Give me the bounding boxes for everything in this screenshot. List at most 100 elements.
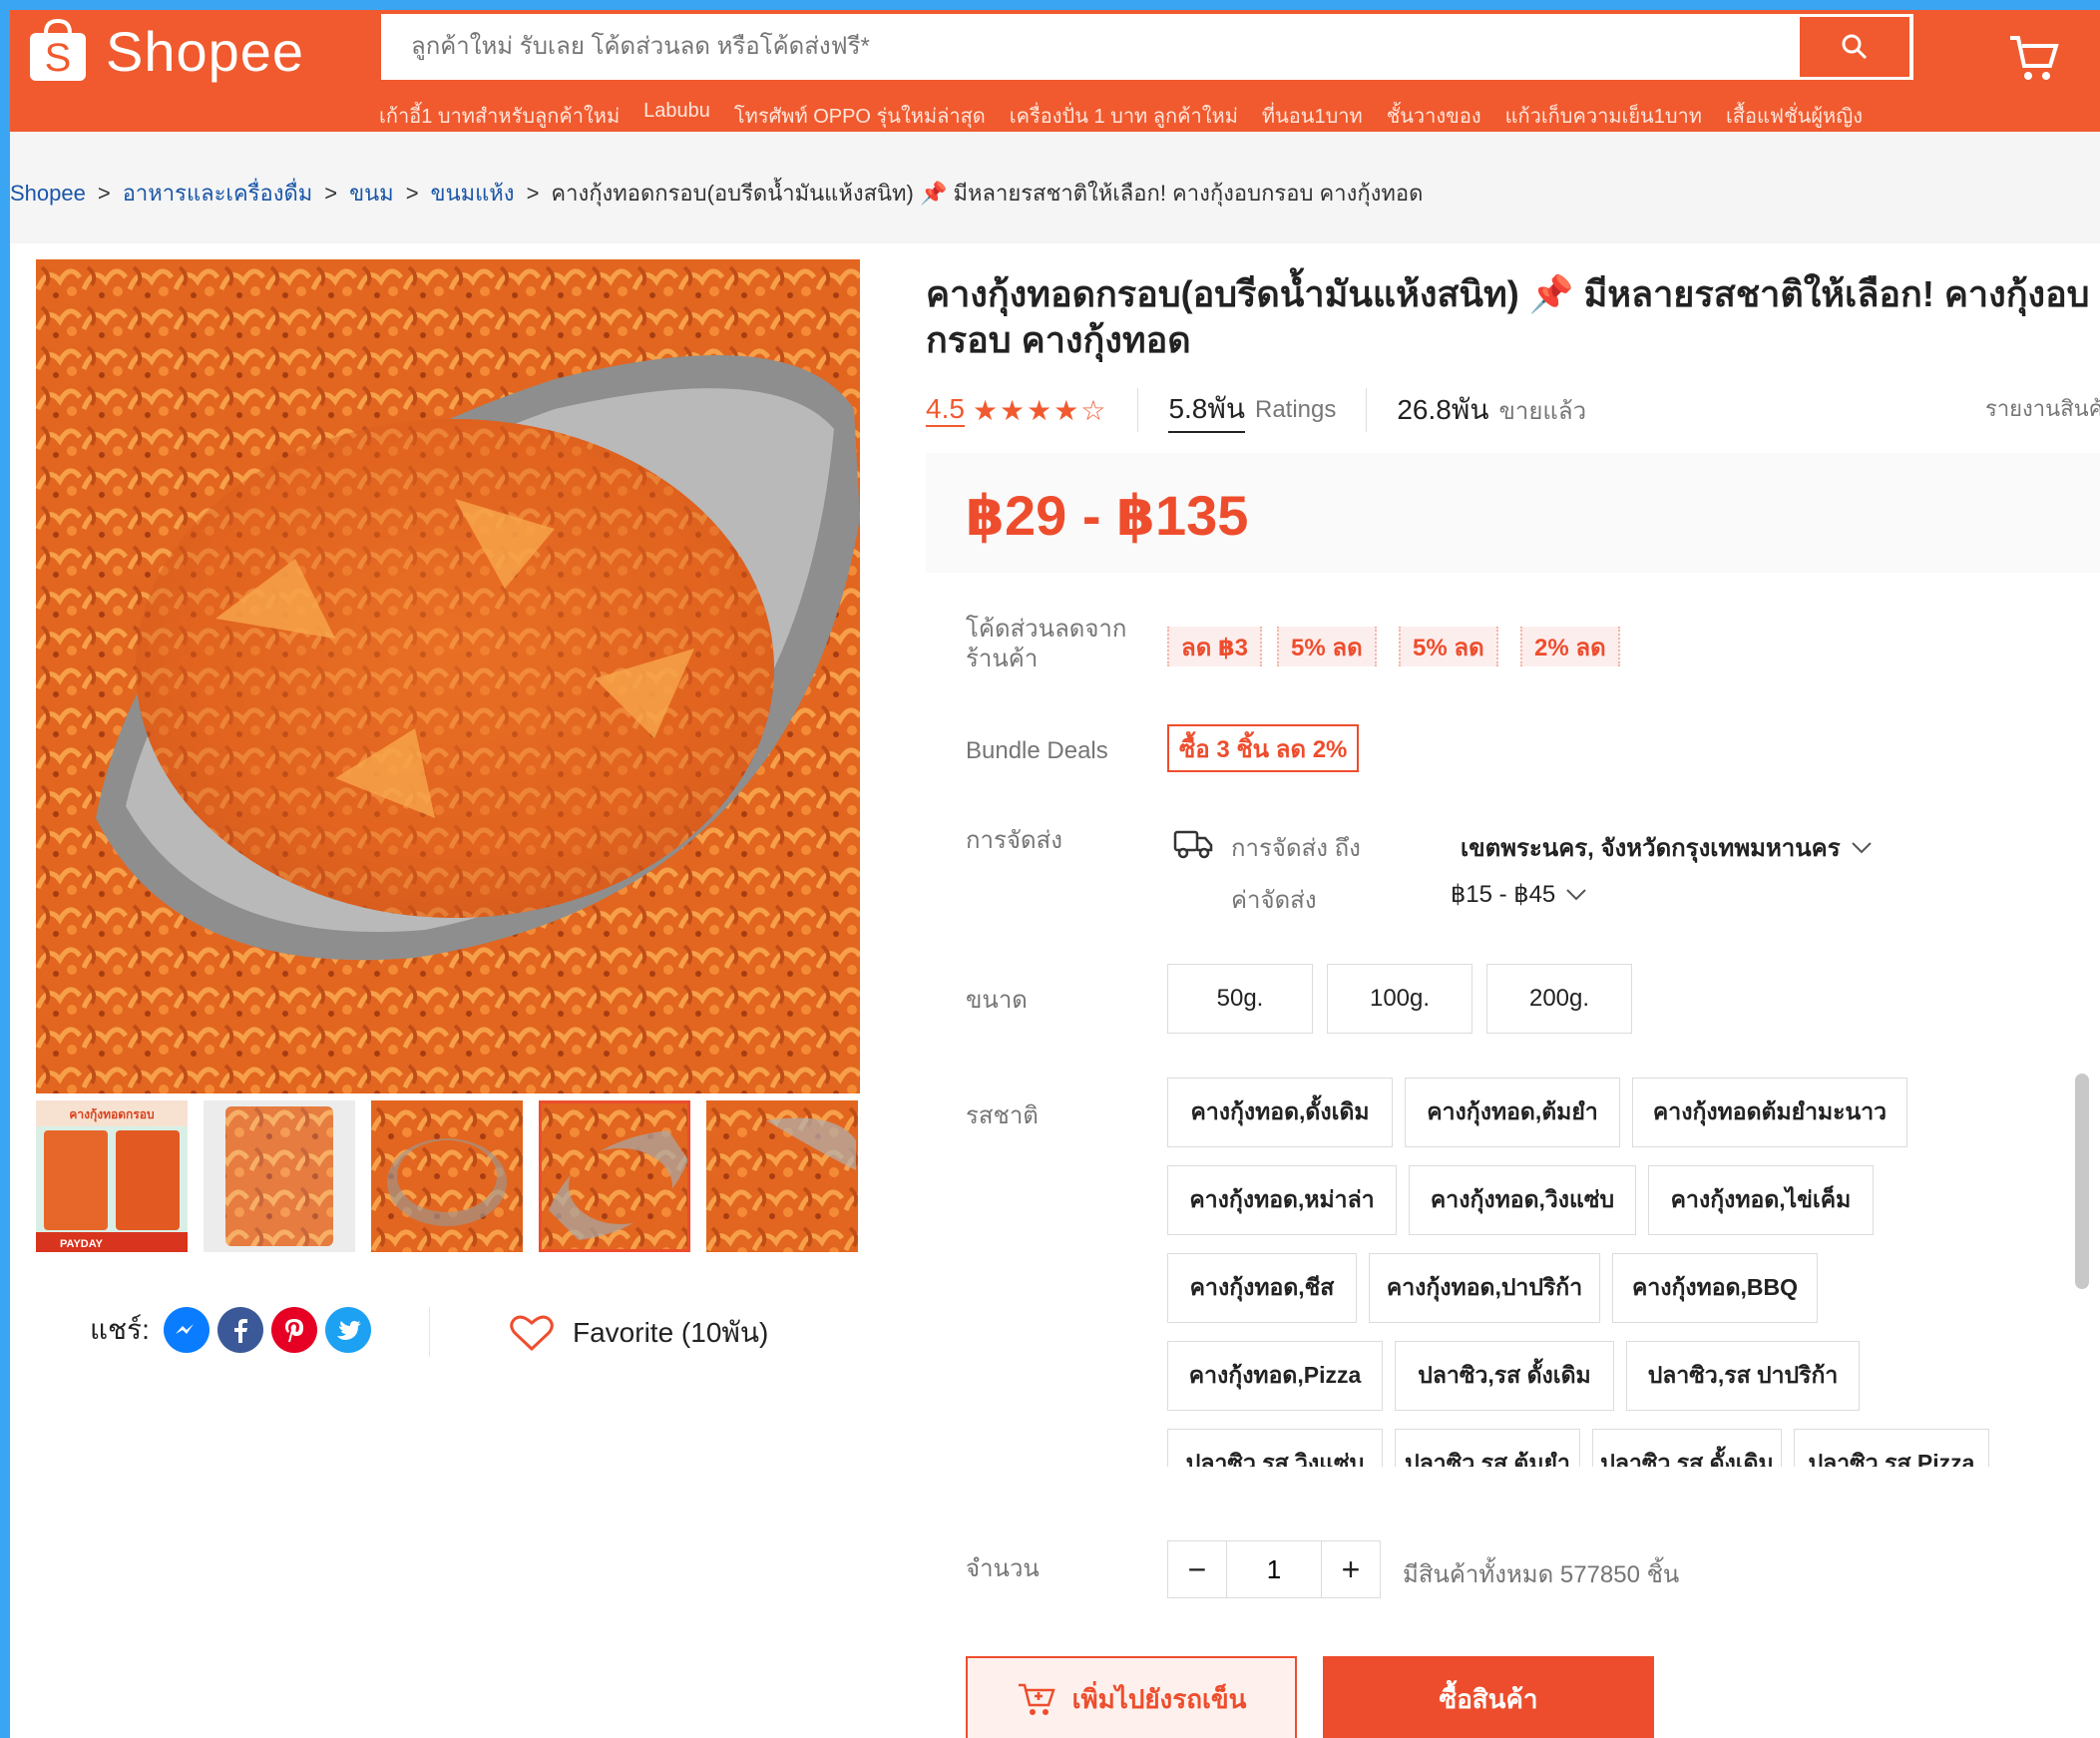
cart-icon[interactable] (2008, 34, 2060, 87)
share-row: แชร์: (90, 1307, 371, 1353)
size-option-200g[interactable]: 200g. (1486, 964, 1632, 1034)
ratings-label: Ratings (1254, 396, 1337, 423)
favorite-button[interactable]: Favorite (10พัน) (509, 1311, 768, 1355)
shopee-logo[interactable]: S Shopee (26, 16, 304, 86)
quick-link[interactable]: เก้าอี้1 บาทสำหรับลูกค้าใหม่ (379, 100, 620, 132)
chevron-down-icon (1566, 888, 1586, 900)
divider (1137, 388, 1139, 432)
ratings-row: 4.5 ★★★★☆ 5.8พัน Ratings 26.8พัน ขายแล้ว (926, 387, 1586, 433)
pinterest-icon[interactable] (270, 1307, 317, 1353)
thumb-footer: PAYDAY (60, 1238, 104, 1250)
search-icon (1842, 34, 1868, 60)
search-box (379, 12, 1915, 82)
flavor-option[interactable]: คางกุ้งทอด,วิงแซ่บ (1409, 1165, 1636, 1235)
flavor-option[interactable]: คางกุ้งทอด,ปาปริก้า (1369, 1253, 1600, 1323)
ratings-count[interactable]: 5.8พัน (1168, 387, 1245, 433)
thumbnail-3[interactable] (371, 1100, 523, 1252)
breadcrumb-separator: > (324, 180, 338, 206)
ship-to-label: การจัดส่ง ถึง (1231, 835, 1361, 862)
divider (1366, 388, 1368, 432)
truck-icon (1173, 828, 1213, 865)
quick-link[interactable]: โทรศัพท์ OPPO รุ่นใหม่ล่าสุด (734, 100, 986, 132)
quick-link[interactable]: เสื้อแฟชั่นผู้หญิง (1726, 100, 1863, 132)
breadcrumb-link-snacks[interactable]: ขนม (349, 176, 394, 211)
breadcrumb-separator: > (405, 180, 419, 206)
flavor-option[interactable]: คางกุ้งทอด,ต้มยำ (1405, 1078, 1620, 1147)
voucher-tag[interactable]: 5% ลด (1399, 627, 1498, 666)
quick-link[interactable]: เครื่องปั่น 1 บาท ลูกค้าใหม่ (1010, 100, 1238, 132)
flavor-option[interactable]: ปลาซิว,รส Pizza (1794, 1429, 1989, 1467)
flavor-option[interactable]: คางกุ้งทอด,ไข่เค็ม (1648, 1165, 1874, 1235)
thumbnail-4[interactable] (539, 1100, 690, 1252)
chevron-down-icon (1851, 841, 1872, 853)
flavor-option[interactable]: คางกุ้งทอด,ดั้งเดิม (1167, 1078, 1393, 1147)
quantity-stepper: − + (1167, 1540, 1381, 1598)
flavor-option[interactable]: ปลาซิว,รส ดั้งเดิม (1592, 1429, 1782, 1467)
flavor-option[interactable]: คางกุ้งทอด,Pizza (1167, 1341, 1383, 1411)
quantity-label: จำนวน (966, 1555, 1040, 1582)
flavor-option[interactable]: คางกุ้งทอดต้มยำมะนาว (1632, 1078, 1907, 1147)
size-label: ขนาด (966, 987, 1028, 1014)
voucher-tag[interactable]: ลด ฿3 (1167, 627, 1263, 666)
shipping-fee-value: ฿15 - ฿45 (1451, 881, 1556, 908)
size-option-100g[interactable]: 100g. (1327, 964, 1472, 1034)
report-link[interactable]: รายงานสินค้า (1985, 391, 2100, 426)
size-option-50g[interactable]: 50g. (1167, 964, 1313, 1034)
search-input[interactable] (381, 14, 1798, 80)
product-title: คางกุ้งทอดกรอบ(อบรีดน้ำมันแห้งสนิท) 📌 มี… (926, 273, 2090, 360)
quick-link[interactable]: แก้วเก็บความเย็น1บาท (1505, 100, 1702, 132)
breadcrumb-separator: > (526, 180, 540, 206)
product-price: ฿29 - ฿135 (966, 484, 1249, 547)
breadcrumb-current: คางกุ้งทอดกรอบ(อบรีดน้ำมันแห้งสนิท) 📌 มี… (551, 181, 1424, 206)
sold-count: 26.8พัน (1397, 394, 1489, 425)
facebook-icon[interactable] (216, 1307, 263, 1353)
bundle-label: Bundle Deals (966, 737, 1108, 764)
flavor-option[interactable]: คางกุ้งทอด,BBQ (1612, 1253, 1818, 1323)
flavor-options: คางกุ้งทอด,ดั้งเดิม คางกุ้งทอด,ต้มยำ คาง… (1167, 1074, 2065, 1467)
rating-score[interactable]: 4.5 (926, 393, 965, 427)
ship-to-value: เขตพระนคร, จังหวัดกรุงเทพมหานคร (1461, 835, 1841, 862)
voucher-tag[interactable]: 2% ลด (1520, 627, 1620, 666)
flavor-option[interactable]: ปลาซิว,รส ต้มยำ (1395, 1429, 1580, 1467)
buy-now-button[interactable]: ซื้อสินค้า (1323, 1656, 1654, 1738)
breadcrumb-link-dry-snacks[interactable]: ขนมแห้ง (431, 176, 515, 211)
svg-text:S: S (45, 36, 72, 80)
voucher-tag[interactable]: 5% ลด (1277, 627, 1377, 666)
quantity-increase-button[interactable]: + (1321, 1540, 1381, 1598)
bundle-deal-tag[interactable]: ซื้อ 3 ชิ้น ลด 2% (1167, 724, 1360, 772)
product-main-image[interactable] (36, 259, 860, 1093)
flavor-scrollbar-thumb[interactable] (2075, 1074, 2089, 1289)
quick-link[interactable]: ชั้นวางของ (1387, 100, 1481, 132)
search-button[interactable] (1800, 17, 1909, 77)
product-page: S Shopee เก้าอี้1 บาทสำหรับลูกค้าใหม่ (10, 10, 2100, 1738)
shipping-label: การจัดส่ง (966, 827, 1062, 854)
thumbnail-1[interactable]: คางกุ้งทอดกรอบ PAYDAY (36, 1100, 188, 1252)
share-label: แชร์: (90, 1314, 150, 1345)
flavor-option[interactable]: ปลาซิว,รส ปาปริก้า (1626, 1341, 1860, 1411)
quantity-decrease-button[interactable]: − (1167, 1540, 1227, 1598)
breadcrumb: Shopee > อาหารและเครื่องดื่ม > ขนม > ขนม… (10, 176, 1423, 211)
flavor-option[interactable]: คางกุ้งทอด,ชีส (1167, 1253, 1357, 1323)
breadcrumb-link-food[interactable]: อาหารและเครื่องดื่ม (123, 176, 313, 211)
flavor-option[interactable]: ปลาซิว,รส ดั้งเดิม (1395, 1341, 1614, 1411)
thumbnail-strip: คางกุ้งทอดกรอบ PAYDAY (36, 1100, 858, 1252)
messenger-icon[interactable] (163, 1307, 210, 1353)
twitter-icon[interactable] (324, 1307, 371, 1353)
add-cart-icon (1018, 1683, 1055, 1715)
breadcrumb-separator: > (97, 180, 111, 206)
quick-link[interactable]: ที่นอน1บาท (1262, 100, 1363, 132)
flavor-option[interactable]: ปลาซิว,รส วิงแซ่บ (1167, 1429, 1383, 1467)
quick-link[interactable]: Labubu (643, 100, 710, 132)
add-to-cart-button[interactable]: เพิ่มไปยังรถเข็น (966, 1656, 1297, 1738)
heart-icon (510, 1315, 554, 1352)
flavor-option[interactable]: คางกุ้งทอด,หม่าล่า (1167, 1165, 1397, 1235)
shopee-bag-icon: S (26, 18, 90, 83)
breadcrumb-link-shopee[interactable]: Shopee (10, 181, 86, 207)
share-divider (429, 1307, 430, 1357)
quantity-input[interactable] (1227, 1540, 1321, 1598)
shipping-fee-selector[interactable]: ฿15 - ฿45 (1451, 880, 1587, 909)
logo-text: Shopee (106, 19, 305, 83)
thumbnail-2[interactable] (204, 1100, 355, 1252)
thumbnail-5[interactable] (706, 1100, 858, 1252)
ship-to-selector[interactable]: เขตพระนคร, จังหวัดกรุงเทพมหานคร (1461, 828, 1873, 867)
